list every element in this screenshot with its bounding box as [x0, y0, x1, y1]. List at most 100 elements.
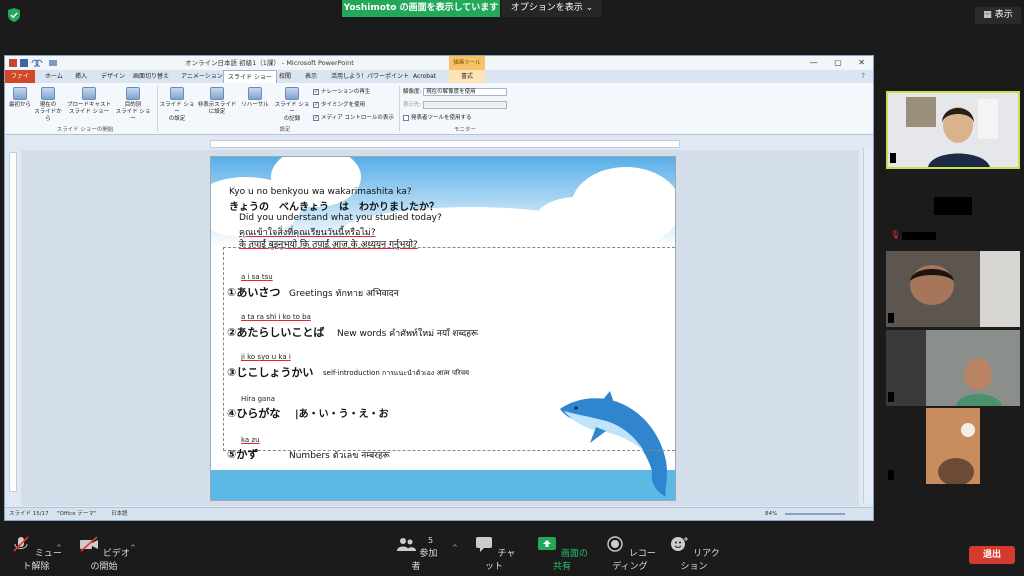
tab-file[interactable]: ファイル — [5, 70, 35, 93]
content-textbox[interactable] — [223, 247, 675, 451]
participant-video-frame — [926, 408, 980, 484]
chat-button[interactable]: チャット — [472, 536, 516, 572]
tab-slideshow[interactable]: スライド ショー — [223, 70, 277, 83]
custom-show-icon — [126, 87, 140, 100]
slideshow-current-icon — [41, 87, 55, 100]
record-icon — [607, 536, 623, 552]
participant-video[interactable] — [886, 408, 1020, 484]
hide-slide-label: 非表示スライド に設定 — [197, 102, 237, 115]
broadcast-button[interactable]: ブロードキャスト スライド ショー — [67, 87, 111, 116]
help-icon[interactable]: ? — [861, 72, 865, 80]
custom-show-label: 目的別 スライド ショー — [115, 102, 151, 122]
reaction-button[interactable]: リアクション — [666, 536, 722, 572]
start-video-button[interactable]: ビデオの開始 — [74, 536, 134, 572]
rehearse-button[interactable]: リハーサル — [239, 87, 271, 109]
display-label: 表示先: — [403, 102, 422, 108]
participant-video[interactable] — [886, 330, 1020, 406]
setup-icon — [170, 87, 184, 100]
chevron-up-icon[interactable]: ^ — [56, 544, 62, 552]
resolution-label: 解像度: — [403, 89, 422, 95]
item-translation: Numbers ตัวเลข नम्बरहरू — [289, 451, 390, 461]
hide-slide-icon — [210, 87, 224, 100]
maximize-icon[interactable]: ▢ — [834, 58, 842, 67]
vertical-scrollbar[interactable] — [863, 148, 873, 503]
item-ruby: a i sa tsu — [241, 273, 273, 281]
participant-video[interactable] — [886, 251, 1020, 327]
resolution-select[interactable]: 解像度: 現在の解像度を使用 — [403, 87, 508, 96]
item-ruby: a ta ra shi i ko to ba — [241, 313, 311, 321]
ribbon-separator — [399, 86, 400, 131]
view-options-button[interactable]: オプションを表示 ⌄ — [502, 0, 602, 17]
record-label: レコーディング — [612, 549, 656, 572]
close-icon[interactable]: ✕ — [858, 58, 865, 67]
tab-design[interactable]: デザイン — [97, 70, 129, 83]
item-translation: Greetings ทักทาย अभिवादन — [289, 289, 399, 299]
participant-video-off[interactable]: 🎙︎ — [886, 180, 1020, 240]
media-controls-checkbox[interactable]: ✓ メディア コントロールの表示 — [313, 113, 394, 121]
item-ruby: Hira gana — [241, 395, 276, 403]
checkbox-checked-icon: ✓ — [313, 88, 319, 95]
tab-home[interactable]: ホーム — [41, 70, 67, 83]
record-button[interactable]: レコーディング — [600, 536, 660, 572]
tab-format[interactable]: 書式 — [449, 70, 485, 83]
from-start-label: 最初から — [8, 102, 31, 108]
tab-animations[interactable]: アニメーション — [177, 70, 227, 83]
tab-view[interactable]: 表示 — [301, 70, 321, 83]
broadcast-label: ブロードキャスト スライド ショー — [67, 102, 112, 115]
display-select[interactable]: 表示先: — [403, 100, 508, 109]
group-start-label: スライド ショーの開始 — [56, 127, 114, 133]
participant-label — [902, 232, 936, 240]
checkbox-checked-icon: ✓ — [313, 101, 319, 108]
share-screen-icon — [538, 537, 557, 550]
vertical-ruler — [9, 152, 17, 492]
participants-label: 参加者 — [411, 549, 438, 572]
display-value[interactable] — [423, 100, 508, 109]
chevron-up-icon[interactable]: ^ — [130, 544, 136, 552]
presenter-view-checkbox[interactable]: 発表者ツールを使用する — [403, 113, 472, 121]
record-show-button[interactable]: スライド ショー の記録 — [273, 87, 311, 123]
tab-acrobat[interactable]: Acrobat — [409, 70, 440, 83]
reaction-icon — [671, 537, 689, 551]
video-off-icon — [80, 536, 99, 552]
item-translation: |あ・い・う・え・お — [295, 409, 389, 420]
narration-label: ナレーションの再生 — [321, 89, 371, 95]
checkbox-empty-icon — [403, 114, 409, 121]
from-current-button[interactable]: 現在の スライドから — [33, 87, 63, 123]
chat-icon — [475, 537, 492, 552]
resolution-value[interactable]: 現在の解像度を使用 — [423, 87, 508, 96]
status-slide: スライド 15/17 — [9, 511, 49, 517]
participant-name — [888, 313, 894, 323]
meeting-toolbar: ミュート解除 ^ ビデオの開始 ^ 参加者 5 ^ チャット 画面の共有 レコー… — [0, 530, 1024, 576]
share-screen-button[interactable]: 画面の共有 — [534, 536, 590, 572]
view-options-label: オプションを表示 — [510, 3, 583, 13]
item-ruby: ka zu — [241, 436, 260, 444]
tab-review[interactable]: 校閲 — [275, 70, 295, 83]
custom-show-button[interactable]: 目的別 スライド ショー — [113, 87, 153, 123]
narration-checkbox[interactable]: ✓ ナレーションの再生 — [313, 87, 370, 95]
setup-show-button[interactable]: スライド ショー の設定 — [159, 87, 195, 123]
group-monitor-label: モニター — [453, 127, 476, 133]
item-translation: self-introduction การแนะนำตัวเอง आत्म पर… — [323, 369, 470, 377]
zoom-slider[interactable] — [785, 513, 845, 515]
unmute-button[interactable]: ミュート解除 — [8, 536, 64, 572]
tab-addin[interactable]: 活用しよう！パワーポイント — [327, 70, 413, 83]
tab-transitions[interactable]: 画面切り替え — [129, 70, 173, 83]
view-button[interactable]: ▦ 表示 — [975, 7, 1021, 24]
quick-access-toolbar[interactable] — [9, 58, 69, 68]
participant-video-active[interactable] — [886, 91, 1020, 169]
drawing-tools-label: 描画ツール — [449, 56, 485, 70]
timing-checkbox[interactable]: ✓ タイミングを使用 — [313, 100, 365, 108]
from-start-button[interactable]: 最初から — [7, 87, 33, 109]
shield-icon[interactable] — [8, 8, 20, 22]
tab-insert[interactable]: 挿入 — [71, 70, 91, 83]
participant-name — [888, 392, 894, 402]
question-romaji: Kyo u no benkyou wa wakarimashita ka? — [229, 187, 412, 197]
slide[interactable]: Kyo u no benkyou wa wakarimashita ka? きょ… — [210, 156, 676, 501]
reaction-label: リアクション — [680, 549, 720, 572]
item-japanese: ③じこしょうかい — [227, 366, 314, 379]
minimize-icon[interactable]: — — [810, 58, 818, 67]
hide-slide-button[interactable]: 非表示スライド に設定 — [197, 87, 237, 116]
leave-button[interactable]: 退出 — [969, 546, 1015, 564]
chevron-up-icon[interactable]: ^ — [452, 544, 458, 552]
status-zoom[interactable]: 84% — [765, 508, 777, 520]
